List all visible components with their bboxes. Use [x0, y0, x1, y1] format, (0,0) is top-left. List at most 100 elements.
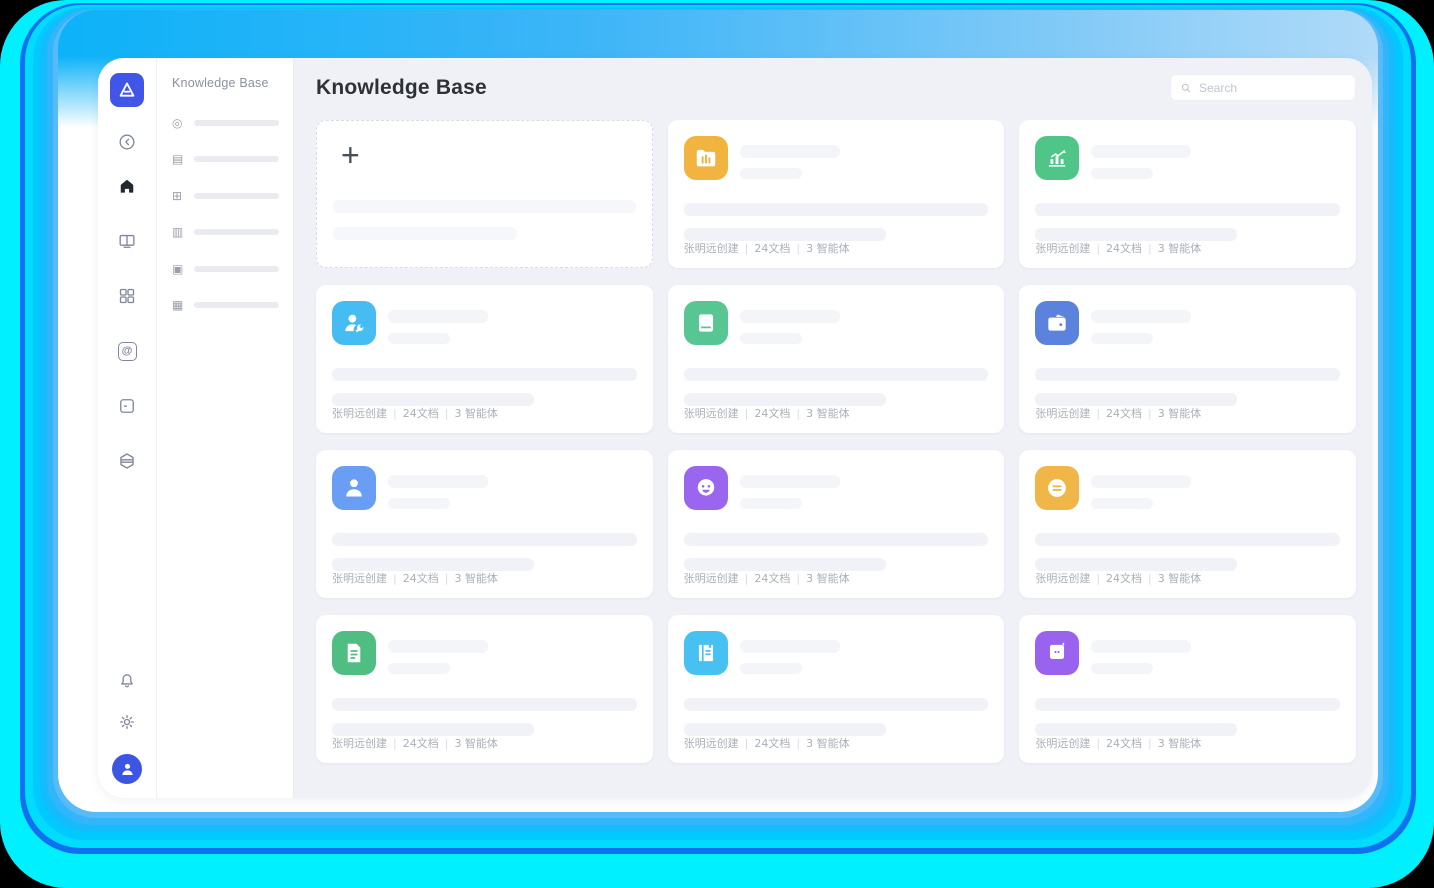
separator: | [796, 737, 800, 750]
skeleton-line [333, 227, 517, 240]
separator: | [796, 242, 800, 255]
skeleton-subtitle [740, 333, 802, 344]
knowledge-base-card[interactable]: 张明远创建|24文档|3 智能体 [1019, 120, 1356, 268]
bin-icon: ▣ [172, 263, 187, 275]
bell-icon[interactable] [116, 670, 138, 692]
separator: | [745, 407, 749, 420]
agents-count: 3 智能体 [1158, 737, 1202, 750]
separator: | [796, 407, 800, 420]
app-logo[interactable] [110, 73, 144, 107]
knowledge-base-card[interactable]: 张明远创建|24文档|3 智能体 [668, 615, 1005, 763]
folder-chart-icon [684, 136, 728, 180]
message-square-icon[interactable] [116, 395, 138, 417]
card-meta: 张明远创建|24文档|3 智能体 [332, 570, 498, 586]
home-icon[interactable] [116, 175, 138, 197]
knowledge-base-card[interactable]: 张明远创建|24文档|3 智能体 [316, 450, 653, 598]
skeleton-line [684, 368, 989, 381]
mosaic-icon: ▦ [172, 299, 187, 311]
creator-label: 张明远创建 [1035, 737, 1090, 750]
card-meta: 张明远创建|24文档|3 智能体 [684, 240, 850, 256]
skeleton-line [684, 203, 989, 216]
add-knowledge-base-card[interactable]: + [316, 120, 653, 268]
user-avatar[interactable] [112, 754, 142, 784]
compass-icon: ◎ [172, 117, 187, 129]
skeleton-line [684, 698, 989, 711]
sidebar-item-box[interactable]: ▥ [172, 222, 279, 243]
skeleton-line [332, 698, 637, 711]
knowledge-base-card[interactable]: 张明远创建|24文档|3 智能体 [1019, 615, 1356, 763]
docs-count: 24文档 [1106, 407, 1142, 420]
skeleton-title [1091, 310, 1191, 323]
sidebar-item-doc[interactable]: ⊞ [172, 185, 279, 206]
document-icon [332, 631, 376, 675]
grid-icon[interactable] [116, 285, 138, 307]
knowledge-base-card[interactable]: 张明远创建|24文档|3 智能体 [1019, 285, 1356, 433]
sidebar-item-bin[interactable]: ▣ [172, 258, 279, 279]
skeleton-subtitle [1091, 168, 1153, 179]
separator: | [445, 737, 449, 750]
separator: | [1148, 737, 1152, 750]
card-meta: 张明远创建|24文档|3 智能体 [332, 735, 498, 751]
skeleton-title [740, 145, 840, 158]
book-icon [684, 301, 728, 345]
knowledge-base-card[interactable]: 张明远创建|24文档|3 智能体 [668, 120, 1005, 268]
skeleton-subtitle [1091, 498, 1153, 509]
agents-count: 3 智能体 [1158, 572, 1202, 585]
at-icon[interactable]: @ [116, 340, 138, 362]
sidebar-item-mosaic[interactable]: ▦ [172, 295, 279, 316]
coin-icon [1035, 466, 1079, 510]
docs-count: 24文档 [754, 242, 790, 255]
separator: | [1148, 242, 1152, 255]
creator-label: 张明远创建 [684, 242, 739, 255]
knowledge-base-card[interactable]: 张明远创建|24文档|3 智能体 [668, 285, 1005, 433]
sidebar-title: Knowledge Base [172, 76, 279, 90]
person-icon [119, 761, 136, 778]
restore-icon[interactable] [116, 131, 138, 153]
skeleton-bar [194, 120, 279, 126]
docs-count: 24文档 [754, 572, 790, 585]
logo-triangle-icon [116, 79, 138, 101]
search-icon [1180, 82, 1192, 94]
search-input[interactable] [1199, 81, 1346, 95]
card-meta: 张明远创建|24文档|3 智能体 [332, 405, 498, 421]
creator-label: 张明远创建 [684, 572, 739, 585]
knowledge-base-card[interactable]: 张明远创建|24文档|3 智能体 [316, 285, 653, 433]
skeleton-line [1035, 533, 1340, 546]
skeleton-line [684, 533, 989, 546]
search-box[interactable] [1170, 74, 1356, 101]
docs-count: 24文档 [1106, 737, 1142, 750]
creator-label: 张明远创建 [332, 407, 387, 420]
knowledge-base-card[interactable]: 张明远创建|24文档|3 智能体 [668, 450, 1005, 598]
creator-label: 张明远创建 [1035, 242, 1090, 255]
rail-bottom [112, 670, 142, 784]
reader-icon[interactable] [116, 230, 138, 252]
docs-count: 24文档 [403, 572, 439, 585]
knowledge-base-card[interactable]: 张明远创建|24文档|3 智能体 [1019, 450, 1356, 598]
knowledge-sidebar: Knowledge Base ◎ ▤ ⊞ ▥ ▣ ▦ [156, 58, 294, 798]
docs-count: 24文档 [1106, 572, 1142, 585]
sidebar-item-grid-doc[interactable]: ▤ [172, 149, 279, 170]
knowledge-base-card[interactable]: 张明远创建|24文档|3 智能体 [316, 615, 653, 763]
chat-bot-icon [1035, 631, 1079, 675]
skeleton-bar [194, 193, 279, 199]
grid-doc-icon: ▤ [172, 153, 187, 165]
skeleton-title [388, 640, 488, 653]
frame-ring-5: @ Knowledge Base ◎ ▤ ⊞ ▥ ▣ ▦ [40, 8, 1396, 832]
skeleton-bar [194, 302, 279, 308]
separator: | [1148, 407, 1152, 420]
creator-label: 张明远创建 [332, 572, 387, 585]
skeleton-title [1091, 475, 1191, 488]
separator: | [393, 572, 397, 585]
plus-icon: + [341, 139, 360, 171]
gear-icon[interactable] [116, 711, 138, 733]
agents-count: 3 智能体 [454, 407, 498, 420]
sidebar-item-compass[interactable]: ◎ [172, 112, 279, 133]
agents-count: 3 智能体 [454, 737, 498, 750]
doc-icon: ⊞ [172, 190, 187, 202]
hexagon-icon[interactable] [116, 450, 138, 472]
creator-label: 张明远创建 [1035, 407, 1090, 420]
page-title: Knowledge Base [316, 76, 487, 100]
icon-rail: @ [98, 58, 156, 798]
box-icon: ▥ [172, 226, 187, 238]
separator: | [745, 242, 749, 255]
